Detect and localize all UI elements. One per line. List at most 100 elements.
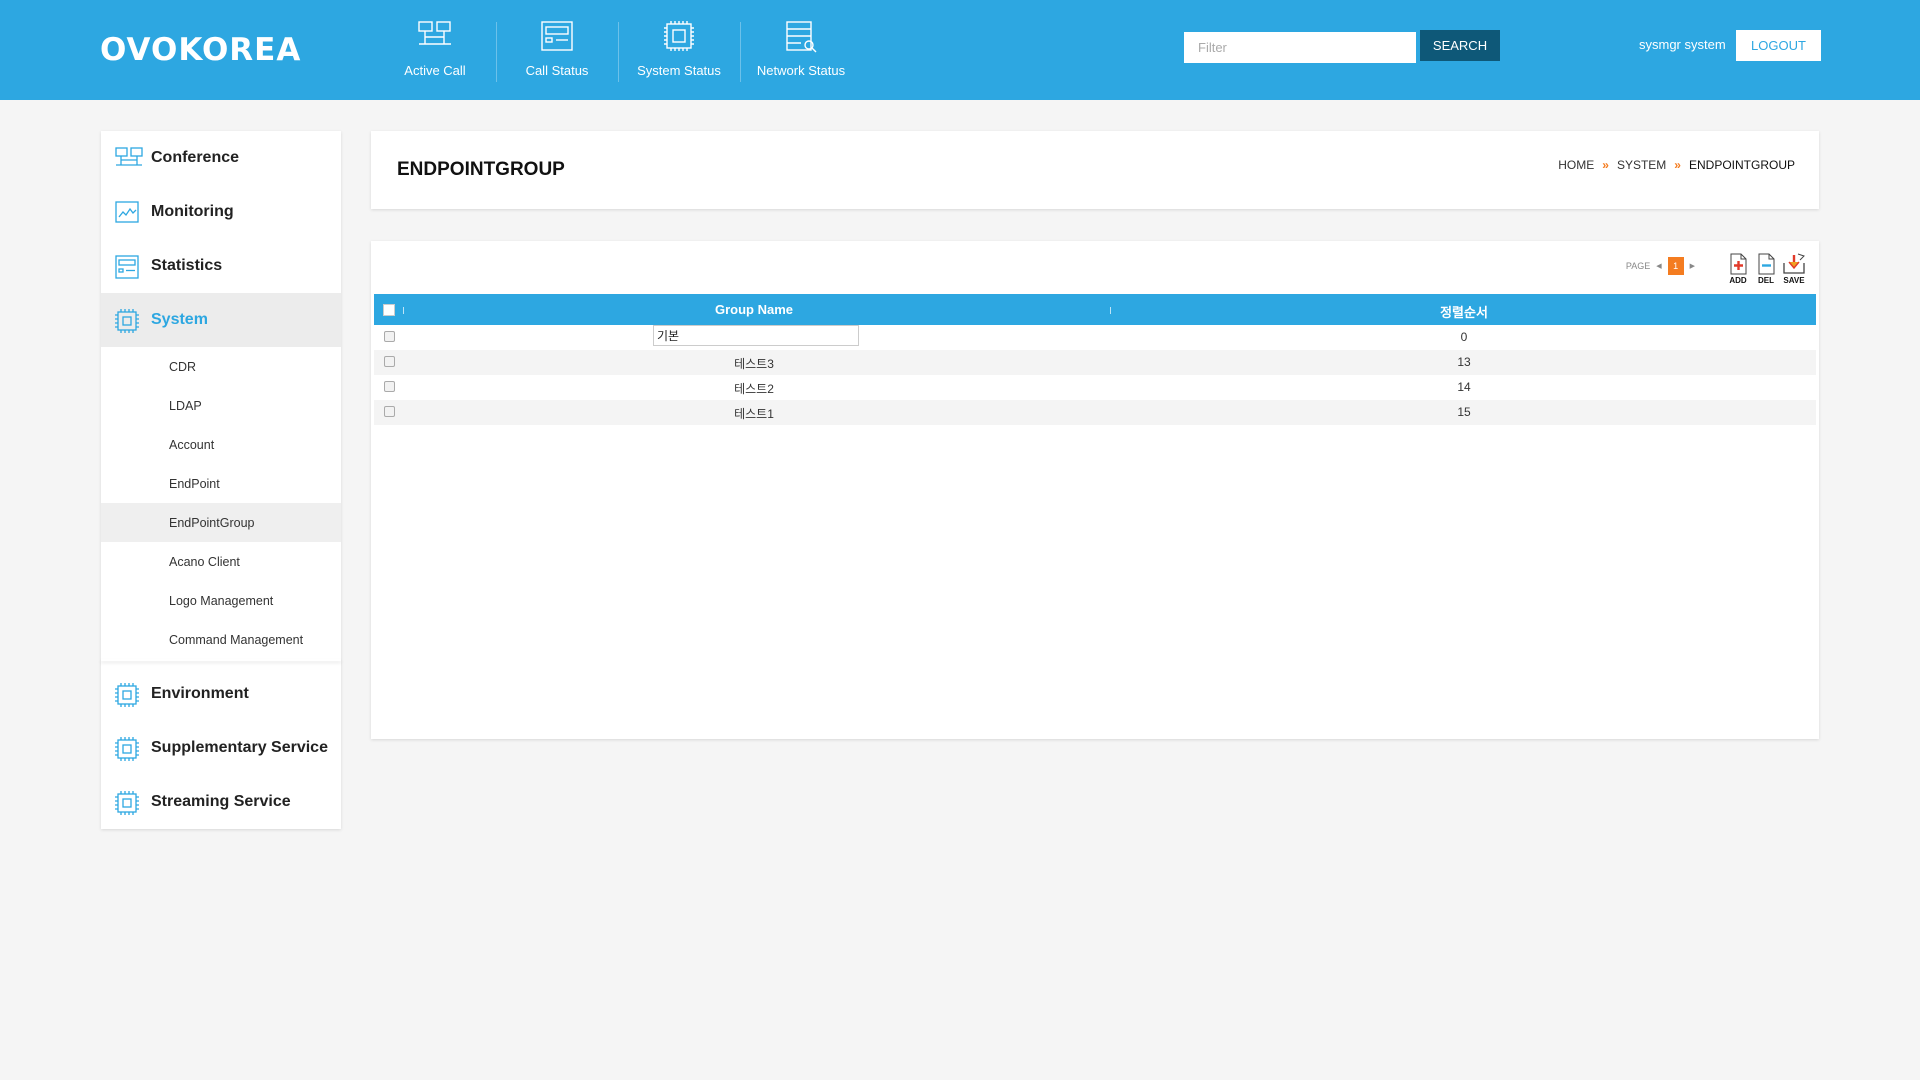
table-header: Group Name 정렬순서 <box>374 294 1816 325</box>
add-button[interactable]: ADD <box>1725 253 1751 285</box>
save-label: SAVE <box>1783 276 1805 285</box>
submenu-item-label: LDAP <box>169 399 202 413</box>
sidebar-item-monitoring[interactable]: Monitoring <box>101 185 341 239</box>
submenu-divider <box>101 659 341 661</box>
streaming-service-icon <box>115 791 139 815</box>
row-checkbox[interactable] <box>384 406 395 417</box>
call-status-icon <box>541 21 573 51</box>
group-name-edit-input[interactable] <box>653 325 859 346</box>
delete-button[interactable]: DEL <box>1753 253 1779 285</box>
submenu-item-label: EndPoint <box>169 477 220 491</box>
network-status-icon <box>786 21 817 53</box>
grid-toolbar: PAGE ◀ 1 ▶ ADD DEL SAVE <box>1626 253 1807 285</box>
page-title: ENDPOINTGROUP <box>397 159 565 180</box>
breadcrumb: HOME » SYSTEM » ENDPOINTGROUP <box>1558 158 1795 172</box>
submenu-item-label: CDR <box>169 360 197 374</box>
monitoring-icon <box>115 201 139 223</box>
breadcrumb-separator-icon: » <box>1674 158 1681 172</box>
logout-button[interactable]: LOGOUT <box>1736 30 1821 61</box>
submenu-item-endpoint[interactable]: EndPoint <box>101 464 341 503</box>
next-page-icon[interactable]: ▶ <box>1690 262 1695 270</box>
sidebar-item-label: System <box>151 311 208 328</box>
sidebar-item-label: Environment <box>151 685 249 702</box>
search-button[interactable]: SEARCH <box>1420 30 1500 61</box>
submenu-item-label: Logo Management <box>169 594 274 608</box>
sidebar: Conference Monitoring Statistics System … <box>101 131 341 829</box>
submenu-item-label: Account <box>169 438 215 452</box>
nav-label: Active Call <box>404 63 466 78</box>
submenu-item-label: Command Management <box>169 633 304 647</box>
nav-network-status[interactable]: Network Status <box>740 0 862 100</box>
environment-icon <box>115 683 139 707</box>
nav-label: System Status <box>637 63 721 78</box>
sidebar-item-statistics[interactable]: Statistics <box>101 239 341 293</box>
breadcrumb-system[interactable]: SYSTEM <box>1617 158 1666 172</box>
top-header: OVOKOREA Active Call Call Status System … <box>0 0 1920 100</box>
select-all-checkbox[interactable] <box>383 304 395 316</box>
page-label: PAGE <box>1625 261 1651 271</box>
submenu-item-acano-client[interactable]: Acano Client <box>101 542 341 581</box>
submenu-item-logo-management[interactable]: Logo Management <box>101 581 341 620</box>
sidebar-item-label: Monitoring <box>151 203 234 220</box>
nav-label: Network Status <box>756 63 846 78</box>
add-icon <box>1730 253 1747 275</box>
submenu-item-label: Acano Client <box>169 555 240 569</box>
sidebar-item-label: Supplementary Service <box>151 739 328 756</box>
nav-active-call[interactable]: Active Call <box>374 0 496 100</box>
save-icon <box>1783 253 1805 274</box>
system-icon <box>115 309 139 333</box>
nav-call-status[interactable]: Call Status <box>496 0 618 100</box>
nav-system-status[interactable]: System Status <box>618 0 740 100</box>
submenu-item-endpointgroup[interactable]: EndPointGroup <box>101 503 341 542</box>
system-submenu: CDR LDAP Account EndPoint EndPointGroup … <box>101 347 341 659</box>
sort-order-cell: 13 <box>1457 355 1471 369</box>
sidebar-item-system[interactable]: System <box>101 293 341 347</box>
delete-icon <box>1758 253 1775 275</box>
page-number-current[interactable]: 1 <box>1667 257 1684 275</box>
table-row[interactable]: 테스트3 13 <box>374 350 1816 375</box>
nav-label: Call Status <box>525 63 589 78</box>
conference-icon <box>115 147 143 166</box>
column-header-group-name[interactable]: Group Name <box>400 302 1108 317</box>
row-checkbox[interactable] <box>384 381 395 392</box>
statistics-icon <box>115 255 139 279</box>
table-row[interactable]: 0 <box>374 325 1816 350</box>
table-row[interactable]: 테스트2 14 <box>374 375 1816 400</box>
submenu-item-command-management[interactable]: Command Management <box>101 620 341 659</box>
active-call-icon <box>418 21 451 45</box>
system-status-icon <box>664 21 694 51</box>
sidebar-item-conference[interactable]: Conference <box>101 131 341 185</box>
group-name-cell: 테스트2 <box>734 382 774 396</box>
sidebar-item-streaming-service[interactable]: Streaming Service <box>101 775 341 829</box>
endpoint-group-table: Group Name 정렬순서 0 테스트3 13 테스트2 14 테스트1 1… <box>374 294 1816 425</box>
group-name-cell: 테스트1 <box>734 407 774 421</box>
prev-page-icon[interactable]: ◀ <box>1656 262 1661 270</box>
top-nav: Active Call Call Status System Status Ne… <box>374 0 862 100</box>
content-panel: PAGE ◀ 1 ▶ ADD DEL SAVE Group Name 정렬순서 … <box>371 241 1819 739</box>
breadcrumb-current: ENDPOINTGROUP <box>1688 158 1795 172</box>
filter-input[interactable] <box>1184 32 1416 63</box>
row-checkbox[interactable] <box>384 331 395 342</box>
submenu-item-ldap[interactable]: LDAP <box>101 386 341 425</box>
sidebar-item-environment[interactable]: Environment <box>101 667 341 721</box>
column-header-sort-order[interactable]: 정렬순서 <box>1112 302 1816 321</box>
supplementary-service-icon <box>115 737 139 761</box>
sidebar-lower-group: Environment Supplementary Service Stream… <box>101 667 341 829</box>
sidebar-item-label: Streaming Service <box>151 793 291 810</box>
table-row[interactable]: 테스트1 15 <box>374 400 1816 425</box>
save-button[interactable]: SAVE <box>1781 253 1807 285</box>
row-checkbox[interactable] <box>384 356 395 367</box>
user-name: sysmgr system <box>1639 37 1726 52</box>
submenu-item-label: EndPointGroup <box>169 516 255 530</box>
sort-order-cell: 14 <box>1457 380 1471 394</box>
submenu-item-cdr[interactable]: CDR <box>101 347 341 386</box>
pager: PAGE ◀ 1 ▶ <box>1626 257 1701 275</box>
logo[interactable]: OVOKOREA <box>100 32 301 68</box>
sidebar-item-supplementary-service[interactable]: Supplementary Service <box>101 721 341 775</box>
breadcrumb-home[interactable]: HOME <box>1558 158 1594 172</box>
sidebar-item-label: Statistics <box>151 257 223 274</box>
delete-label: DEL <box>1758 276 1774 285</box>
submenu-item-account[interactable]: Account <box>101 425 341 464</box>
group-name-cell: 테스트3 <box>734 357 774 371</box>
page-header: ENDPOINTGROUP HOME » SYSTEM » ENDPOINTGR… <box>371 131 1819 209</box>
